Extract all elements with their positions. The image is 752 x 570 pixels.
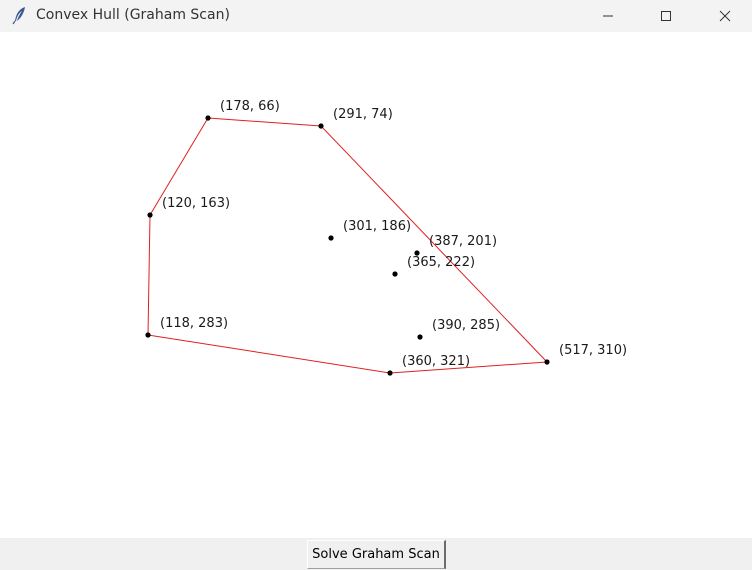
point-label: (178, 66) xyxy=(220,99,280,114)
point-marker xyxy=(544,359,550,365)
minimize-icon xyxy=(602,10,614,22)
title-bar: Convex Hull (Graham Scan) xyxy=(0,0,752,32)
feather-icon xyxy=(10,5,30,25)
drawing-canvas[interactable]: (178, 66) (291, 74) (120, 163) (301, 186) (3… xyxy=(0,32,752,538)
point-marker xyxy=(417,334,423,340)
hull-edge xyxy=(207,117,322,127)
point-marker xyxy=(147,212,153,218)
bottom-toolbar: Solve Graham Scan xyxy=(0,538,752,570)
point-marker xyxy=(328,235,334,241)
close-icon xyxy=(719,10,731,22)
point-label: (360, 321) xyxy=(402,354,470,369)
point-marker xyxy=(392,271,398,277)
app-window: Convex Hull (Graham Scan) (178, 66) (291,… xyxy=(0,0,752,570)
point-label: (365, 222) xyxy=(407,255,475,270)
hull-edge xyxy=(147,214,151,336)
hull-plot: (178, 66) (291, 74) (120, 163) (301, 186) (3… xyxy=(145,99,627,376)
point-label: (118, 283) xyxy=(160,316,228,331)
maximize-button[interactable] xyxy=(643,0,689,32)
point-label: (120, 163) xyxy=(162,196,230,211)
point-marker xyxy=(318,123,324,129)
close-button[interactable] xyxy=(702,0,748,32)
point-marker xyxy=(387,370,393,376)
point-label: (291, 74) xyxy=(333,107,393,122)
hull-edge xyxy=(147,334,391,374)
point-label: (517, 310) xyxy=(559,343,627,358)
window-title: Convex Hull (Graham Scan) xyxy=(36,7,230,23)
minimize-button[interactable] xyxy=(585,0,631,32)
solve-graham-scan-button[interactable]: Solve Graham Scan xyxy=(307,540,446,569)
point-marker xyxy=(145,332,151,338)
point-label: (390, 285) xyxy=(432,318,500,333)
point-label: (387, 201) xyxy=(429,234,497,249)
maximize-icon xyxy=(660,10,672,22)
point-marker xyxy=(205,115,211,121)
point-label: (301, 186) xyxy=(343,219,411,234)
